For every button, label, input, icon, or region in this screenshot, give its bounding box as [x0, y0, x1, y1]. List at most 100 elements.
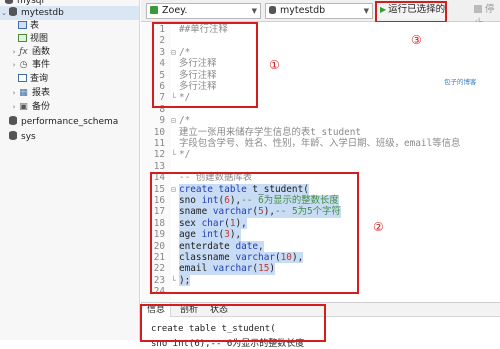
code-text: sno int(6),-- 6为显示的整数长度 [179, 195, 339, 207]
code-text: /* [179, 46, 191, 58]
line-number: 2 [159, 35, 165, 47]
tree-item-functions[interactable]: › ƒx 函数 [10, 45, 50, 59]
code-line[interactable]: 9 ⊟/* [141, 115, 500, 126]
fold-marker-icon: └ [171, 275, 176, 285]
code-text: 多行注释 [179, 58, 217, 70]
line-number: 8 [159, 103, 165, 115]
tab-profile[interactable]: 剖析 [175, 303, 203, 317]
report-icon: ▦ [19, 88, 28, 98]
watermark-text: 包子的博客 [444, 78, 477, 86]
code-line[interactable]: 19 age int(3), [141, 229, 500, 241]
code-line[interactable]: 17 sname varchar(5),-- 5为5个字符 [141, 206, 500, 218]
chevron-right-icon[interactable]: › [10, 86, 18, 100]
tree-db-sys[interactable]: sys [8, 130, 36, 144]
line-number: 17 [153, 206, 165, 218]
line-number: 12 [153, 149, 165, 161]
code-text: age int(3), [179, 229, 242, 241]
annotation-label-3: ③ [411, 33, 422, 47]
chevron-down-icon[interactable]: ⌄ [0, 6, 8, 20]
code-text: 字段包含学号、姓名、性别，年龄、入学日期、班级，email等信息 [179, 138, 461, 149]
chevron-right-icon[interactable]: › [10, 100, 18, 114]
tree-item-views[interactable]: 视图 [18, 32, 48, 46]
tree-item-queries[interactable]: 查询 [18, 72, 48, 86]
chevron-right-icon[interactable]: › [10, 45, 18, 59]
fold-marker-icon: └ [171, 150, 176, 160]
code-text: enterdate date, [179, 240, 264, 252]
line-number: 14 [153, 172, 165, 184]
code-line[interactable]: 20 enterdate date, [141, 240, 500, 252]
stop-icon [474, 5, 482, 13]
code-text: */ [179, 149, 191, 161]
table-icon [18, 21, 27, 29]
code-line[interactable]: 1 ##单行注释 [141, 24, 500, 35]
code-text: ); [179, 274, 191, 287]
tree-db-mytestdb[interactable]: ⌄ mytestdb [0, 6, 139, 20]
annotation-label-2: ② [373, 220, 384, 234]
line-number: 9 [159, 115, 165, 127]
line-number: 20 [153, 240, 165, 252]
line-number: 4 [159, 58, 165, 70]
line-number: 21 [153, 252, 165, 263]
fold-marker-icon[interactable]: ⊟ [171, 115, 179, 126]
tab-status[interactable]: 状态 [205, 303, 233, 317]
code-line[interactable]: 16 sno int(6),-- 6为显示的整数长度 [141, 195, 500, 207]
code-line[interactable]: 12 └ */ [141, 149, 500, 160]
line-number: 23 [153, 274, 165, 286]
fold-marker-icon[interactable]: ⊟ [171, 47, 179, 58]
fold-marker-icon[interactable]: ⊟ [171, 184, 179, 195]
database-icon [9, 131, 17, 140]
line-number: 3 [159, 46, 165, 58]
tree-item-tables[interactable]: 表 [18, 19, 39, 33]
chevron-down-icon: ▼ [251, 7, 257, 15]
connection-select[interactable]: Zoey. ▼ [146, 3, 261, 19]
message-line: sno int(6),-- 6为显示的整数长度 [151, 339, 305, 349]
code-line[interactable]: 10 建立一张用来储存学生信息的表t_student [141, 127, 500, 138]
play-icon: ▶ [380, 5, 387, 14]
clock-icon: ◷ [19, 60, 28, 70]
line-number: 10 [153, 126, 165, 138]
line-number: 1 [159, 24, 165, 35]
code-line[interactable]: 7 └ */ [141, 92, 500, 103]
message-line: create table t_student( [151, 324, 276, 334]
run-selected-button[interactable]: ▶ 运行已选择的 [377, 3, 449, 19]
chevron-right-icon[interactable]: › [10, 58, 18, 72]
code-line[interactable]: 2 [141, 35, 500, 46]
database-icon [9, 116, 17, 125]
tree-item-events[interactable]: › ◷ 事件 [10, 58, 50, 72]
code-text: 建立一张用来储存学生信息的表t_student [179, 126, 362, 138]
result-panel: 信息 剖析 状态 create table t_student( sno int… [141, 302, 500, 349]
code-line[interactable]: 15 ⊟ create table t_student( [141, 183, 500, 195]
stop-button[interactable]: 停止 [474, 3, 500, 29]
code-line[interactable]: 22 email varchar(15) [141, 263, 500, 275]
code-text: 多行注释 [179, 81, 217, 92]
tree-item-reports[interactable]: › ▦ 报表 [10, 86, 50, 100]
tree-item-backups[interactable]: › ▣ 备份 [10, 100, 50, 114]
code-line[interactable]: 24 [141, 286, 500, 297]
tab-info[interactable]: 信息 [141, 303, 172, 317]
annotation-label-1: ① [269, 58, 280, 72]
code-line[interactable]: 8 [141, 104, 500, 115]
backup-icon: ▣ [19, 102, 28, 112]
tree-db-performance-schema[interactable]: performance_schema [8, 115, 118, 129]
code-line[interactable]: 21 classname varchar(10), [141, 252, 500, 264]
code-line[interactable]: 14 -- 创建数据库表 [141, 172, 500, 183]
code-line[interactable]: 18 sex char(1), [141, 217, 500, 230]
database-icon [5, 0, 13, 4]
code-line[interactable]: 4 多行注释 [141, 58, 500, 69]
code-line[interactable]: 23 └); [141, 274, 500, 287]
line-number: 18 [153, 217, 165, 229]
code-text: create table t_student( [179, 183, 309, 195]
query-toolbar: Zoey. ▼ mytestdb ▼ ▶运行已选择的 停止 [141, 0, 500, 29]
code-line[interactable]: 13 [141, 161, 500, 172]
database-icon [9, 7, 17, 16]
code-text: email varchar(15) [179, 263, 276, 275]
code-line[interactable]: 3 ⊟/* [141, 47, 500, 58]
database-select[interactable]: mytestdb ▼ [265, 3, 373, 19]
sql-editor[interactable]: 1 ##单行注释 2 3 ⊟/* 4 多行注释 5 多行注释 6 多行注释 7 └ */8 9 ⊟/* 10 建立… [141, 22, 500, 302]
code-line[interactable]: 11 字段包含学号、姓名、性别，年龄、入学日期、班级，email等信息 [141, 138, 500, 149]
connection-icon [150, 6, 158, 14]
query-icon [18, 74, 27, 82]
fold-marker-icon: └ [171, 93, 176, 103]
chevron-down-icon: ▼ [363, 7, 369, 15]
function-icon: ƒx [19, 47, 28, 57]
